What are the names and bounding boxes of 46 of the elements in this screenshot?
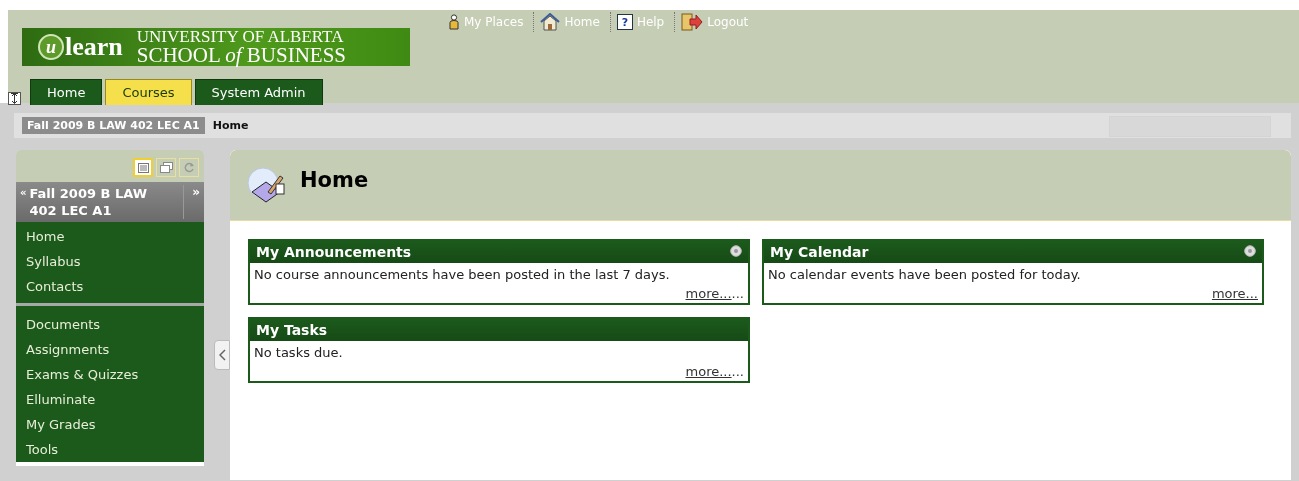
settings-icon[interactable]: [1244, 245, 1256, 257]
logo-line: SCHOOL of BUSINESS: [136, 45, 347, 66]
widget-message: No course announcements have been posted in the last 7 days.: [254, 267, 671, 282]
more-suffix: ...: [731, 364, 744, 379]
sidebar-item[interactable]: Syllabus: [16, 249, 204, 274]
page-title: Home: [300, 168, 369, 192]
chevron-left-icon: [218, 349, 226, 361]
logo-line: UNIVERSITY OF ALBERTA: [136, 28, 345, 45]
collapse-sidebar-button[interactable]: [214, 340, 230, 370]
windows-icon: [159, 162, 173, 173]
sidebar-item[interactable]: Exams & Quizzes: [16, 362, 204, 387]
list-view-button[interactable]: [133, 158, 153, 177]
course-title[interactable]: Fall 2009 B LAW 402 LEC A1: [29, 185, 184, 219]
person-icon: [448, 14, 460, 30]
collapse-button[interactable]: «: [20, 187, 27, 219]
nav-tab[interactable]: Courses: [105, 79, 192, 105]
sidebar-item[interactable]: Tools: [16, 437, 204, 462]
refresh-icon: [183, 162, 195, 173]
sidebar-item[interactable]: My Grades: [16, 412, 204, 437]
widget-title: My Calendar: [770, 244, 869, 260]
door-arrow-icon: [681, 13, 704, 31]
breadcrumb-current: Home: [212, 119, 249, 132]
nav-tab[interactable]: System Admin: [194, 79, 323, 105]
window-view-button[interactable]: [156, 158, 176, 177]
sidebar-item[interactable]: Documents: [16, 312, 204, 337]
more-link[interactable]: more...: [1211, 286, 1258, 301]
sidebar-item[interactable]: Home: [16, 224, 204, 249]
expand-button[interactable]: »: [183, 185, 200, 219]
nav-tab[interactable]: Home: [30, 79, 103, 105]
help-icon: ?: [616, 14, 633, 30]
list-icon: [137, 162, 149, 173]
widget-message: No tasks due.: [254, 345, 344, 360]
more-suffix: ...: [731, 286, 744, 301]
more-link[interactable]: more...: [685, 286, 732, 301]
widget-title: My Announcements: [256, 244, 412, 260]
house-icon: [540, 13, 561, 31]
more-link[interactable]: more...: [685, 364, 732, 379]
sidebar-item[interactable]: Assignments: [16, 337, 204, 362]
logo-mark: u: [38, 34, 64, 60]
sidebar-item[interactable]: Contacts: [16, 274, 204, 299]
sidebar-item[interactable]: Elluminate: [16, 387, 204, 412]
logo-text: learn: [65, 34, 123, 60]
widget-title: My Tasks: [256, 322, 328, 338]
widget-message: No calendar events have been posted for today.: [768, 267, 1082, 282]
settings-icon[interactable]: [730, 245, 742, 257]
resize-icon[interactable]: [8, 92, 21, 105]
